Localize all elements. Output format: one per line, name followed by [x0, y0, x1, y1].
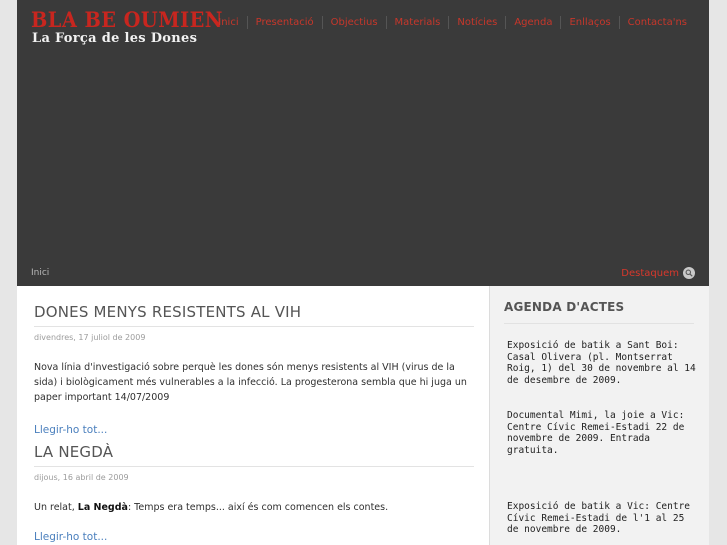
post-item: LA NEGDÀ dijous, 16 abril de 2009 Un rel… [34, 443, 474, 544]
site-header: BLA BE OUMIEN La Força de les Dones Inic… [17, 0, 709, 286]
read-more-link[interactable]: Llegir-ho tot... [34, 424, 107, 436]
nav-item-enllacos[interactable]: Enllaços [560, 16, 618, 29]
site-subtitle: La Força de les Dones [32, 31, 198, 46]
agenda-event[interactable]: Exposició de batik a Vic: Centre Cívic R… [507, 501, 697, 536]
post-body-prefix: Un relat, [34, 502, 78, 513]
agenda-event[interactable]: Documental Mimi, la joie a Vic: Centre C… [507, 410, 697, 456]
nav-item-agenda[interactable]: Agenda [505, 16, 560, 29]
agenda-event[interactable]: Exposició de batik a Sant Boi: Casal Oli… [507, 340, 697, 386]
magnifier-icon [683, 267, 695, 279]
nav-item-contacta[interactable]: Contacta'ns [618, 16, 695, 29]
nav-item-inici[interactable]: Inici [210, 16, 246, 29]
nav-item-objectius[interactable]: Objectius [321, 16, 386, 29]
post-body: Nova línia d'investigació sobre perquè l… [34, 362, 467, 403]
agenda-sidebar: AGENDA D'ACTES Exposició de batik a Sant… [489, 286, 709, 545]
site-title[interactable]: BLA BE OUMIEN [31, 7, 223, 32]
main-nav: Inici Presentació Objectius Materials No… [210, 16, 695, 29]
divider [504, 323, 694, 324]
post-body: Un relat, La Negdà: Temps era temps... a… [34, 500, 474, 515]
featured-link[interactable]: Destaquem [621, 267, 695, 279]
read-more-link[interactable]: Llegir-ho tot... [34, 531, 107, 543]
post-title[interactable]: DONES MENYS RESISTENTS AL VIH [34, 303, 474, 327]
post-date: divendres, 17 juliol de 2009 [34, 333, 146, 342]
post-item: DONES MENYS RESISTENTS AL VIH divendres,… [34, 303, 474, 437]
story-title: La Negdà [77, 502, 128, 513]
agenda-heading: AGENDA D'ACTES [504, 300, 625, 314]
breadcrumb[interactable]: Inici [31, 268, 49, 278]
post-body-suffix: : Temps era temps... així és com comence… [127, 502, 389, 513]
nav-item-materials[interactable]: Materials [385, 16, 449, 29]
post-title[interactable]: LA NEGDÀ [34, 443, 474, 467]
page-frame: BLA BE OUMIEN La Força de les Dones Inic… [17, 0, 709, 545]
nav-item-presentacio[interactable]: Presentació [246, 16, 322, 29]
nav-item-noticies[interactable]: Notícies [448, 16, 505, 29]
featured-label: Destaquem [621, 267, 679, 279]
post-date: dijous, 16 abril de 2009 [34, 473, 129, 482]
main-content: DONES MENYS RESISTENTS AL VIH divendres,… [17, 286, 489, 545]
